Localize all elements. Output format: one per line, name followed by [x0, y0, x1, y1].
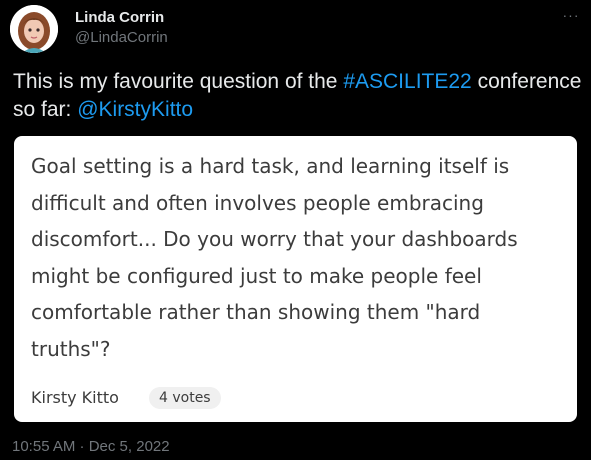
author-name[interactable]: Linda Corrin	[75, 9, 164, 26]
question-asker: Kirsty Kitto	[31, 388, 119, 407]
votes-badge: 4 votes	[149, 387, 221, 409]
author-handle[interactable]: @LindaCorrin	[75, 29, 168, 46]
tweet-text: This is my favourite question of the #AS…	[13, 68, 583, 124]
avatar[interactable]	[10, 5, 58, 53]
tweet-timestamp[interactable]: 10:55 AM · Dec 5, 2022	[12, 438, 170, 455]
profile-picture-icon	[10, 5, 58, 53]
mention-link[interactable]: @KirstyKitto	[77, 98, 193, 121]
tweet-text-part1: This is my favourite question of the	[13, 70, 344, 93]
question-card-image[interactable]: Goal setting is a hard task, and learnin…	[14, 136, 577, 422]
more-options-icon[interactable]: ···	[558, 4, 584, 26]
question-text: Goal setting is a hard task, and learnin…	[31, 154, 518, 361]
hashtag-link[interactable]: #ASCILITE22	[343, 70, 471, 93]
